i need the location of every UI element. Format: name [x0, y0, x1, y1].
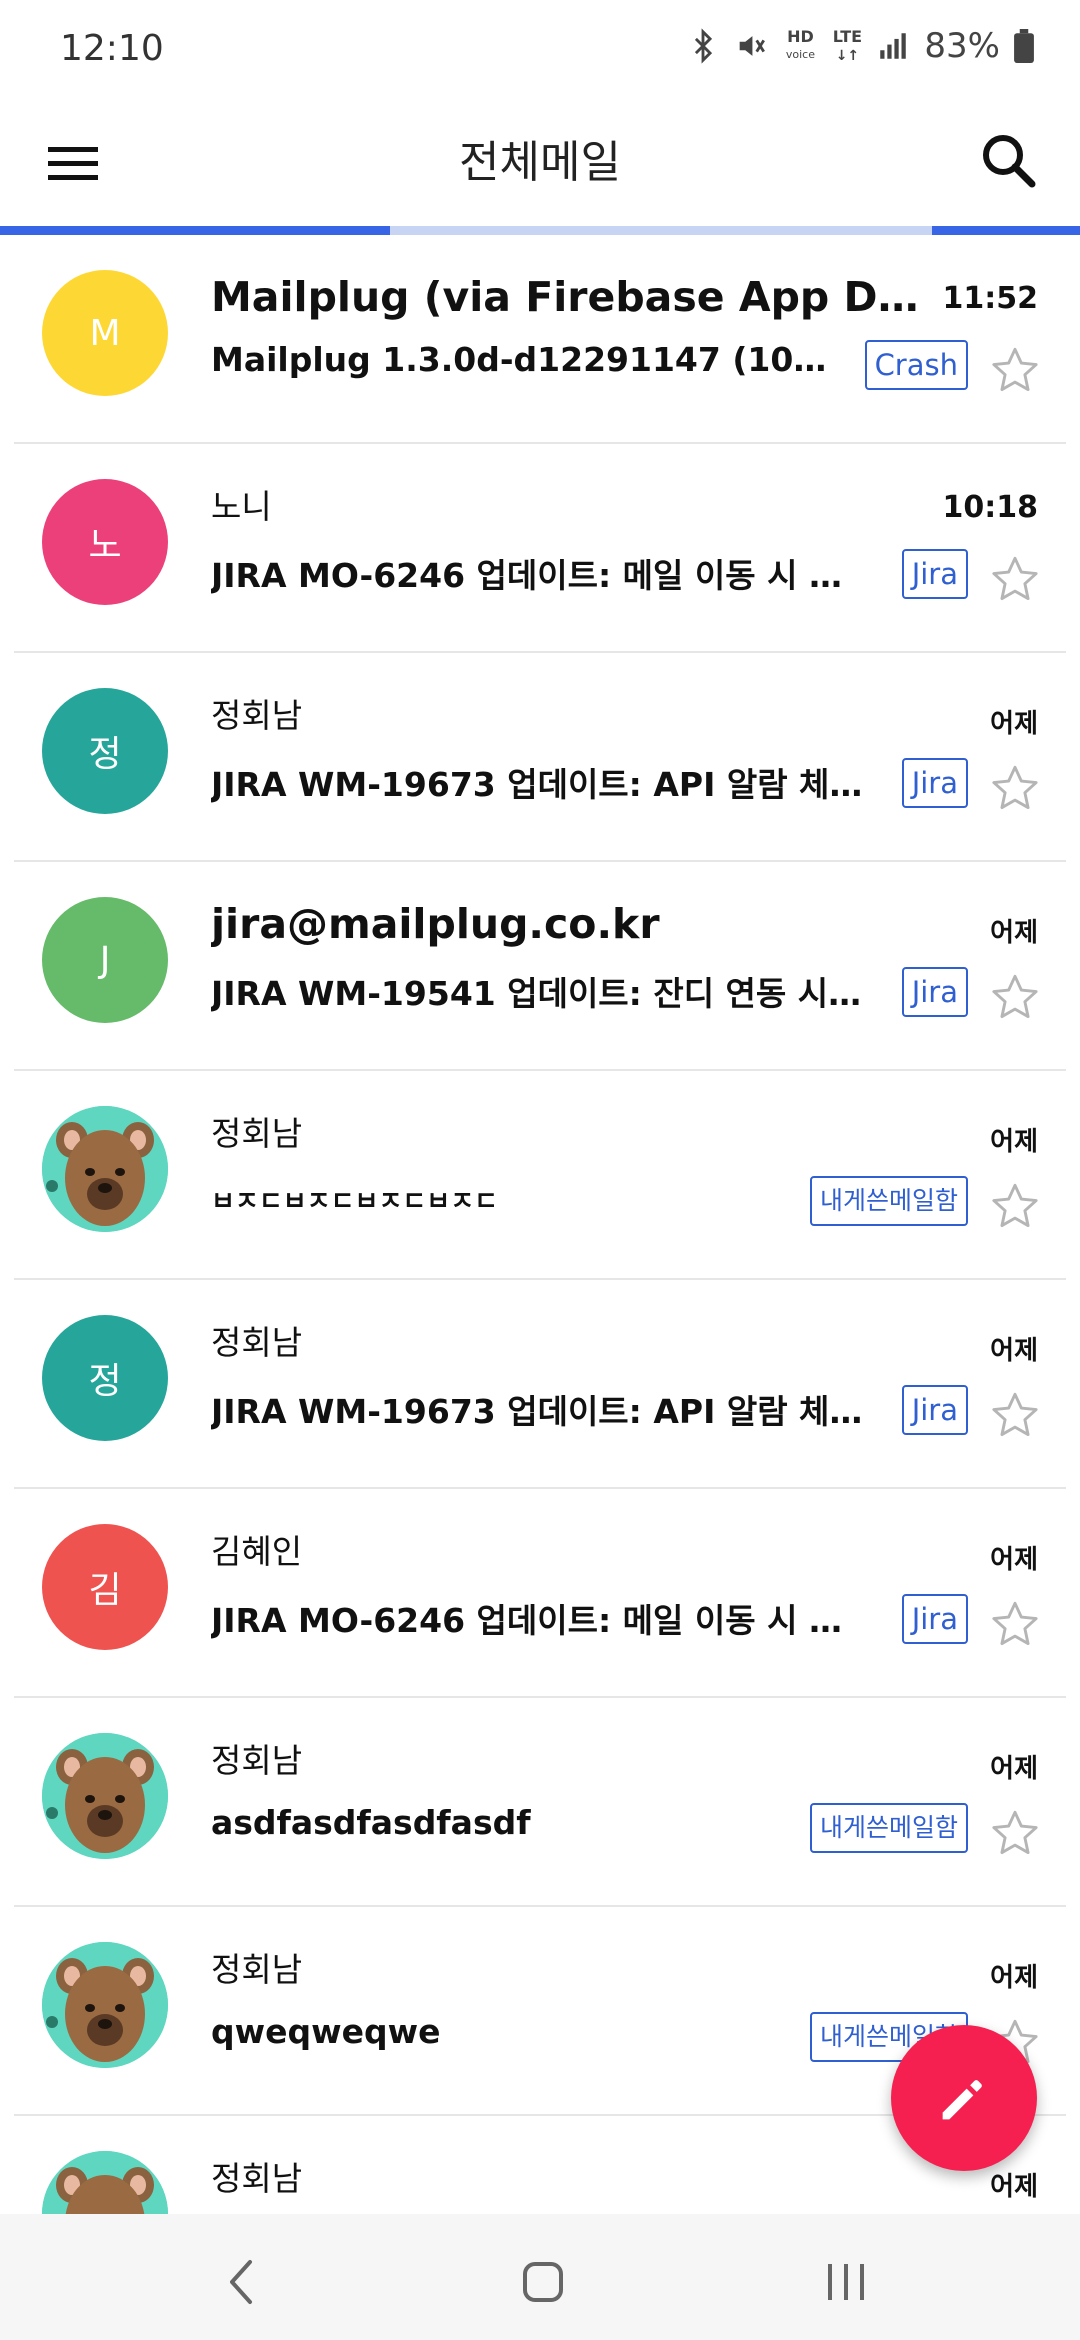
star-icon[interactable] [988, 1806, 1042, 1860]
progress-segment [0, 226, 390, 235]
avatar: J [42, 897, 168, 1023]
mail-list-item[interactable]: 정회남 어제 asdfasdfasdfasdf 내게쓴메일함 [0, 1698, 1080, 1907]
mail-sender: 정회남 [211, 1323, 303, 1362]
loading-progress-bar [0, 226, 1080, 235]
mail-subject: JIRA WM-19673 업데이트: API 알람 체크 요청 [211, 1392, 891, 1431]
mail-sender: 정회남 [211, 2159, 303, 2198]
mail-subject: JIRA WM-19541 업데이트: 잔디 연동 시 웹메... [211, 974, 871, 1013]
avatar: 노 [42, 479, 168, 605]
mail-time: 어제 [990, 1754, 1038, 1784]
mail-list-item[interactable]: 노 노니 10:18 JIRA MO-6246 업데이트: 메일 이동 시 내게… [0, 444, 1080, 653]
mail-list: M Mailplug (via Firebase App Distri... 1… [0, 235, 1080, 2325]
back-icon[interactable] [212, 2252, 272, 2312]
mail-time: 어제 [990, 1336, 1038, 1366]
search-icon[interactable] [974, 126, 1044, 196]
battery-icon [1014, 29, 1034, 63]
mail-list-item[interactable]: 정회남 어제 ㅂㅈㄷㅂㅈㄷㅂㅈㄷㅂㅈㄷ 내게쓴메일함 [0, 1071, 1080, 1280]
system-nav-bar [0, 2214, 1080, 2340]
mail-label-tag: Crash [864, 340, 968, 390]
mail-time: 어제 [990, 1963, 1038, 1993]
avatar [42, 1106, 168, 1232]
star-icon[interactable] [988, 343, 1042, 397]
hd-voice-icon: HD voice [785, 27, 815, 62]
mail-subject: Mailplug 1.3.0d-d12291147 (1030... [211, 340, 831, 379]
mail-label-tag: 내게쓴메일함 [809, 1176, 968, 1226]
status-time: 12:10 [60, 28, 164, 69]
mail-sender: 정회남 [211, 1741, 303, 1780]
mail-label-tag: Jira [901, 758, 968, 808]
bear-avatar-icon [42, 1942, 168, 2068]
page-title: 전체메일 [459, 137, 621, 188]
progress-segment [932, 226, 1080, 235]
mail-subject: JIRA WM-19673 업데이트: API 알람 체크 요청 [211, 765, 891, 804]
app-bar: 전체메일 [0, 100, 1080, 226]
mute-icon [740, 36, 766, 56]
home-icon[interactable] [513, 2252, 573, 2312]
mail-subject: ㅂㅈㄷㅂㅈㄷㅂㅈㄷㅂㅈㄷ [211, 1187, 499, 1217]
avatar [42, 1942, 168, 2068]
mail-label-tag: Jira [901, 549, 968, 599]
mail-time: 어제 [990, 2172, 1038, 2202]
mail-sender: 김혜인 [211, 1532, 303, 1571]
mail-time: 11:52 [942, 281, 1039, 316]
avatar: 정 [42, 688, 168, 814]
pencil-compose-icon [942, 2080, 982, 2120]
mail-time: 10:18 [942, 490, 1039, 525]
star-icon[interactable] [988, 1179, 1042, 1233]
compose-button[interactable] [891, 2025, 1037, 2171]
mail-label-tag: Jira [901, 1594, 968, 1644]
mail-list-item[interactable]: 김 김혜인 어제 JIRA MO-6246 업데이트: 메일 이동 시 내게 .… [0, 1489, 1080, 1698]
bear-avatar-icon [42, 1106, 168, 1232]
mail-list-item[interactable]: 정 정회남 어제 JIRA WM-19673 업데이트: API 알람 체크 요… [0, 1280, 1080, 1489]
mail-sender: jira@mailplug.co.kr [211, 900, 660, 948]
star-icon[interactable] [988, 970, 1042, 1024]
star-icon[interactable] [988, 761, 1042, 815]
avatar: 정 [42, 1315, 168, 1441]
mail-label-tag: Jira [901, 967, 968, 1017]
mail-sender: 노니 [211, 487, 272, 526]
mail-time: 어제 [990, 1545, 1038, 1575]
mail-subject: JIRA MO-6246 업데이트: 메일 이동 시 내게 ... [211, 556, 871, 595]
bluetooth-icon [695, 28, 713, 64]
avatar: M [42, 270, 168, 396]
mail-list-screen: 12:10 HD voice LTE ↓↑ 83% 전체메일 M Mailplu… [0, 0, 1080, 2340]
mail-label-tag: Jira [901, 1385, 968, 1435]
mail-time: 어제 [990, 709, 1038, 739]
mail-time: 어제 [990, 918, 1038, 948]
battery-percent: 83% [924, 26, 1000, 66]
lte-icon: LTE ↓↑ [832, 26, 863, 64]
bear-avatar-icon [42, 1733, 168, 1859]
mail-subject: qweqweqwe [211, 2012, 441, 2051]
avatar [42, 1733, 168, 1859]
avatar: 김 [42, 1524, 168, 1650]
star-icon[interactable] [988, 1388, 1042, 1442]
mail-list-item[interactable]: M Mailplug (via Firebase App Distri... 1… [0, 235, 1080, 444]
mail-sender: 정회남 [211, 1950, 303, 1989]
status-bar: 12:10 HD voice LTE ↓↑ 83% [0, 0, 1080, 100]
mail-sender: 정회남 [211, 696, 303, 735]
mail-list-item[interactable]: 정 정회남 어제 JIRA WM-19673 업데이트: API 알람 체크 요… [0, 653, 1080, 862]
status-icons: HD voice LTE ↓↑ 83% [686, 26, 1034, 66]
recents-icon[interactable] [816, 2252, 876, 2312]
mail-label-tag: 내게쓴메일함 [809, 1803, 968, 1853]
signal-icon [880, 33, 907, 59]
mail-subject: asdfasdfasdfasdf [211, 1803, 531, 1842]
mail-time: 어제 [990, 1127, 1038, 1157]
mail-subject: JIRA MO-6246 업데이트: 메일 이동 시 내게 ... [211, 1601, 871, 1640]
mail-list-item[interactable]: J jira@mailplug.co.kr 어제 JIRA WM-19541 업… [0, 862, 1080, 1071]
mail-sender: 정회남 [211, 1114, 303, 1153]
star-icon[interactable] [988, 1597, 1042, 1651]
mail-sender: Mailplug (via Firebase App Distri... [211, 273, 931, 321]
star-icon[interactable] [988, 552, 1042, 606]
